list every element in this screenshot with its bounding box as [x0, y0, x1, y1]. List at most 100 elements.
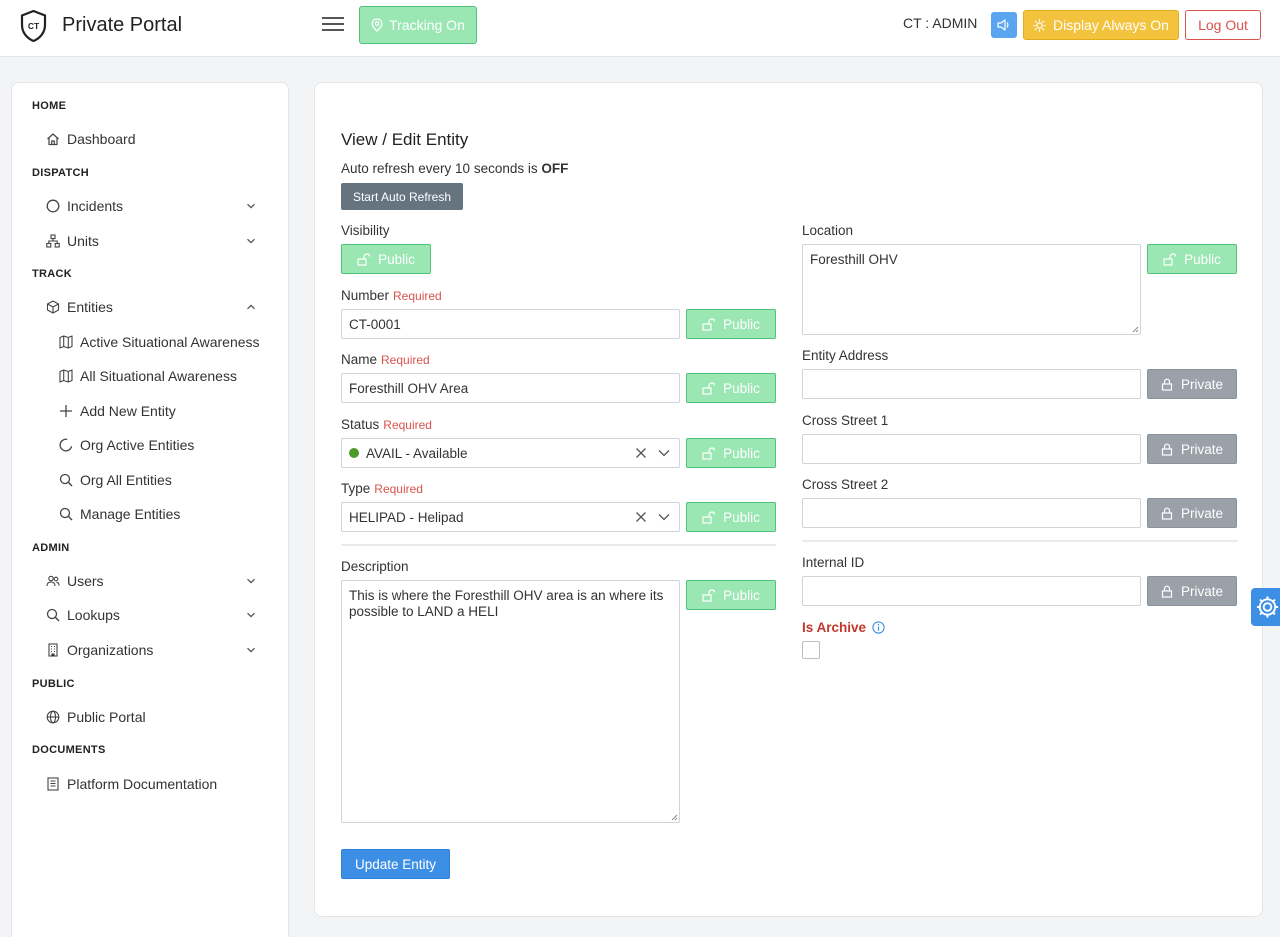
sidebar-item-lookups[interactable]: Lookups: [46, 603, 256, 627]
public-label: Public: [723, 316, 760, 332]
is-archive-checkbox[interactable]: [802, 641, 820, 659]
resize-grip-icon[interactable]: [671, 814, 678, 821]
sidebar-item-units[interactable]: Units: [46, 229, 256, 253]
name-input[interactable]: Foresthill OHV Area: [341, 373, 680, 403]
number-label: Number Required: [341, 288, 442, 303]
sidebar-item-add-entity[interactable]: Add New Entity: [59, 399, 176, 423]
sidebar-item-label: Dashboard: [67, 131, 136, 147]
chevron-up-icon[interactable]: [246, 304, 256, 310]
status-value: AVAIL - Available: [366, 445, 468, 461]
speaker-icon: [997, 19, 1009, 31]
clear-icon[interactable]: [635, 511, 647, 523]
chevron-down-icon[interactable]: [246, 647, 256, 653]
home-icon: [47, 133, 59, 146]
sidebar-item-manage[interactable]: Manage Entities: [59, 502, 180, 526]
display-always-on-button[interactable]: Display Always On: [1023, 10, 1179, 40]
shield-logo-icon[interactable]: CT: [20, 10, 47, 42]
location-visibility-button[interactable]: Public: [1147, 244, 1237, 274]
sidebar-item-users[interactable]: Users: [46, 569, 256, 593]
circle-icon: [46, 199, 60, 213]
sidebar-item-label: Users: [67, 573, 104, 589]
logout-button[interactable]: Log Out: [1185, 10, 1261, 40]
sidebar-item-label: Org Active Entities: [80, 437, 195, 453]
cross-street-2-visibility-button[interactable]: Private: [1147, 498, 1237, 528]
address-visibility-button[interactable]: Private: [1147, 369, 1237, 399]
internal-id-input[interactable]: [802, 576, 1141, 606]
cross-street-1-input[interactable]: [802, 434, 1141, 464]
sidebar-item-entities[interactable]: Entities: [46, 295, 256, 319]
status-label: Status Required: [341, 417, 432, 432]
chevron-down-icon[interactable]: [246, 203, 256, 209]
public-label: Public: [1184, 251, 1221, 267]
section-admin: ADMIN: [32, 542, 70, 554]
sound-button[interactable]: [991, 12, 1017, 38]
info-icon[interactable]: [872, 621, 885, 634]
chevron-down-icon[interactable]: [658, 513, 670, 521]
cross-street-2-input[interactable]: [802, 498, 1141, 528]
tracking-button[interactable]: Tracking On: [359, 6, 477, 44]
sidebar-item-public-portal[interactable]: Public Portal: [46, 705, 146, 729]
public-label: Public: [378, 251, 415, 267]
status-visibility-button[interactable]: Public: [686, 438, 776, 468]
sidebar-item-dashboard[interactable]: Dashboard: [46, 127, 136, 151]
status-dot-icon: [349, 448, 359, 458]
menu-toggle-icon[interactable]: [322, 14, 344, 34]
lock-icon: [1161, 443, 1173, 456]
required-marker: Required: [374, 482, 423, 496]
sidebar-item-all-sa[interactable]: All Situational Awareness: [59, 364, 237, 388]
start-auto-refresh-button[interactable]: Start Auto Refresh: [341, 183, 463, 210]
sidebar-item-active-sa[interactable]: Active Situational Awareness: [59, 330, 260, 354]
required-marker: Required: [383, 418, 432, 432]
gear-icon: [1256, 596, 1279, 618]
chevron-down-icon[interactable]: [658, 449, 670, 457]
sidebar-item-incidents[interactable]: Incidents: [46, 194, 256, 218]
type-value: HELIPAD - Helipad: [349, 509, 464, 525]
display-label: Display Always On: [1053, 17, 1169, 33]
sidebar-item-label: Lookups: [67, 607, 120, 623]
location-textarea[interactable]: Foresthill OHV: [802, 244, 1141, 335]
cross-street-1-visibility-button[interactable]: Private: [1147, 434, 1237, 464]
lock-icon: [1161, 507, 1173, 520]
sidebar-item-label: Organizations: [67, 642, 154, 658]
sidebar-item-organizations[interactable]: Organizations: [46, 638, 256, 662]
location-label: Location: [802, 223, 854, 238]
chevron-down-icon[interactable]: [246, 612, 256, 618]
number-input[interactable]: CT-0001: [341, 309, 680, 339]
description-visibility-button[interactable]: Public: [686, 580, 776, 610]
lock-icon: [1161, 585, 1173, 598]
brand-title[interactable]: Private Portal: [62, 14, 182, 37]
description-textarea[interactable]: This is where the Foresthill OHV area is…: [341, 580, 680, 823]
section-track: TRACK: [32, 268, 72, 280]
cross-street-1-label: Cross Street 1: [802, 413, 889, 428]
update-entity-button[interactable]: Update Entity: [341, 849, 450, 879]
visibility-label: Visibility: [341, 223, 390, 238]
entity-address-input[interactable]: [802, 369, 1141, 399]
sidebar: HOME Dashboard DISPATCH Incidents Units …: [11, 82, 289, 937]
sidebar-item-org-all[interactable]: Org All Entities: [59, 468, 172, 492]
chevron-down-icon[interactable]: [246, 578, 256, 584]
map-icon: [59, 369, 73, 383]
users-icon: [46, 575, 60, 587]
sidebar-item-platform-docs[interactable]: Platform Documentation: [46, 772, 217, 796]
auto-refresh-status: Auto refresh every 10 seconds is OFF: [341, 161, 568, 176]
sidebar-item-label: Add New Entity: [80, 403, 176, 419]
internal-id-visibility-button[interactable]: Private: [1147, 576, 1237, 606]
clear-icon[interactable]: [635, 447, 647, 459]
sidebar-item-org-active[interactable]: Org Active Entities: [59, 433, 194, 457]
public-label: Public: [723, 509, 760, 525]
status-select[interactable]: AVAIL - Available: [341, 438, 680, 468]
cube-icon: [46, 300, 60, 314]
resize-grip-icon[interactable]: [1132, 326, 1139, 333]
name-visibility-button[interactable]: Public: [686, 373, 776, 403]
type-visibility-button[interactable]: Public: [686, 502, 776, 532]
description-text: This is where the Foresthill OHV area is…: [349, 588, 664, 619]
entity-form-card: View / Edit Entity Auto refresh every 10…: [314, 82, 1263, 917]
private-label: Private: [1180, 376, 1224, 392]
type-select[interactable]: HELIPAD - Helipad: [341, 502, 680, 532]
private-label: Private: [1180, 583, 1224, 599]
location-text: Foresthill OHV: [810, 252, 898, 267]
visibility-public-button[interactable]: Public: [341, 244, 431, 274]
chevron-down-icon[interactable]: [246, 238, 256, 244]
number-visibility-button[interactable]: Public: [686, 309, 776, 339]
settings-tab[interactable]: [1251, 588, 1280, 626]
